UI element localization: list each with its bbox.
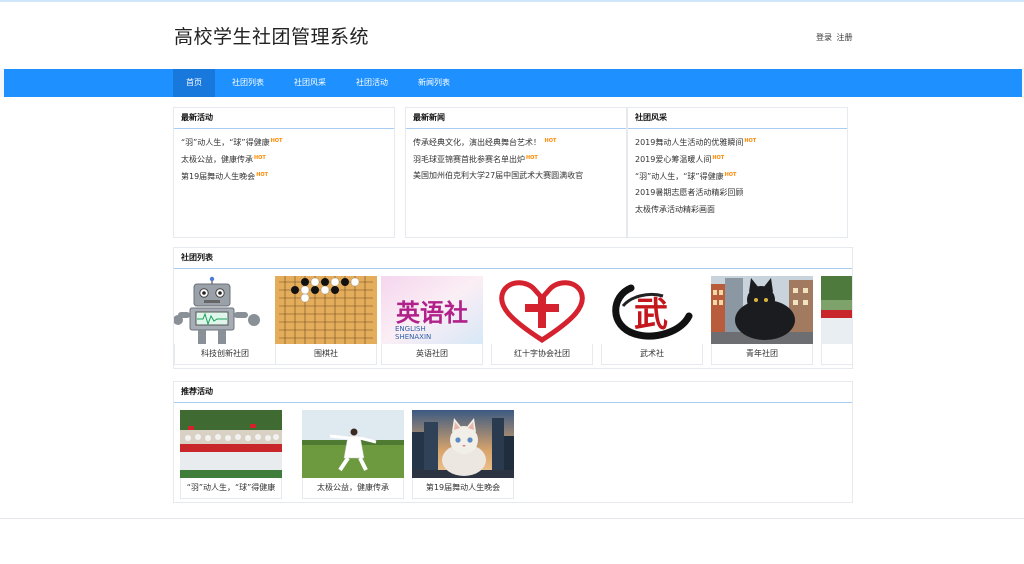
list-item[interactable]: 羽毛球亚锦赛首批参赛名单出炉HOT <box>413 150 626 167</box>
red-cross-heart-image <box>491 276 593 344</box>
latest-news-panel: 最新新闻 传承经典文化，演出经典舞台艺术！ HOT 羽毛球亚锦赛首批参赛名单出炉… <box>405 107 627 238</box>
club-name: 红十字协会社团 <box>491 344 593 365</box>
footer <box>0 519 1024 564</box>
list-item[interactable]: 传承经典文化，演出经典舞台艺术！ HOT <box>413 133 626 150</box>
list-item-text: “羽”动人生，“球”得健康 <box>635 172 724 181</box>
panel-title: 社团风采 <box>628 108 847 129</box>
list-item-text: 2019舞动人生活动的优雅瞬间 <box>635 138 744 147</box>
club-list-panel: 社团列表 科技创新社团 围棋社 英语社 ENGLISH SHENAXIN 英语社… <box>173 247 853 369</box>
list-item[interactable]: 太极公益，健康传承HOT <box>181 150 394 167</box>
club-name: 英语社团 <box>381 344 483 365</box>
club-style-list: 2019舞动人生活动的优雅瞬间HOT 2019爱心筹温暖人间HOT “羽”动人生… <box>628 129 847 218</box>
panel-title: 社团列表 <box>174 248 852 269</box>
hot-badge: HOT <box>526 155 538 161</box>
activity-name: “羽”动人生，“球”得健康 <box>180 478 282 499</box>
list-item[interactable]: 2019舞动人生活动的优雅瞬间HOT <box>635 133 847 150</box>
nav-item-news-list[interactable]: 新闻列表 <box>405 69 463 97</box>
club-name: 科技创新社团 <box>174 344 276 365</box>
main-navbar: 首页 社团列表 社团风采 社团活动 新闻列表 <box>4 69 1022 97</box>
club-card[interactable]: 围棋社 <box>275 276 377 366</box>
martial-arts-calligraphy-image: 武 <box>601 276 703 344</box>
club-card[interactable]: 武 武术社 <box>601 276 703 366</box>
activity-card[interactable]: 太极公益，健康传承 <box>302 410 404 500</box>
list-item-text: “羽”动人生，“球”得健康 <box>181 138 270 147</box>
list-item[interactable]: 太极传承活动精彩画面 <box>635 201 847 218</box>
black-cat-city-image <box>711 276 813 344</box>
nav-items: 首页 社团列表 社团风采 社团活动 新闻列表 <box>173 69 463 97</box>
club-card[interactable]: 英语社 ENGLISH SHENAXIN 英语社团 <box>381 276 483 366</box>
english-club-image-text-line2: SHENAXIN <box>395 333 431 341</box>
activity-card[interactable]: “羽”动人生，“球”得健康 <box>180 410 282 500</box>
group-photo-image <box>821 276 852 344</box>
panel-title: 最新活动 <box>174 108 394 129</box>
panel-title: 最新新闻 <box>406 108 626 129</box>
latest-activities-list: “羽”动人生，“球”得健康HOT 太极公益，健康传承HOT 第19届舞动人生晚会… <box>174 129 394 184</box>
club-name <box>821 344 852 365</box>
list-item-text: 第19届舞动人生晚会 <box>181 172 256 181</box>
activity-name: 第19届舞动人生晚会 <box>412 478 514 499</box>
list-item[interactable]: 2019爱心筹温暖人间HOT <box>635 150 847 167</box>
hot-badge: HOT <box>724 172 737 178</box>
list-item-text: 传承经典文化，演出经典舞台艺术！ <box>413 138 541 147</box>
panel-title: 推荐活动 <box>174 382 852 403</box>
list-item[interactable]: 2019暑期志愿者活动精彩回顾 <box>635 184 847 201</box>
site-title: 高校学生社团管理系统 <box>174 26 370 48</box>
hot-badge: HOT <box>256 172 269 178</box>
nav-item-club-list[interactable]: 社团列表 <box>219 69 277 97</box>
english-club-image-text: 英语社 <box>396 299 468 327</box>
club-card[interactable]: 青年社团 <box>711 276 813 366</box>
latest-news-list: 传承经典文化，演出经典舞台艺术！ HOT 羽毛球亚锦赛首批参赛名单出炉HOT 美… <box>406 129 626 184</box>
activity-name: 太极公益，健康传承 <box>302 478 404 499</box>
go-board-image <box>275 276 377 344</box>
nav-item-home[interactable]: 首页 <box>173 69 215 97</box>
hot-badge: HOT <box>744 138 757 144</box>
login-link[interactable]: 登录 <box>816 33 832 42</box>
list-item-text: 羽毛球亚锦赛首批参赛名单出炉 <box>413 155 525 164</box>
tai-chi-image <box>302 410 404 478</box>
club-name: 青年社团 <box>711 344 813 365</box>
robot-image <box>174 276 276 344</box>
list-item[interactable]: “羽”动人生，“球”得健康HOT <box>635 167 847 184</box>
list-item-text: 美国加州伯克利大学27届中国武术大赛圆满收官 <box>413 171 584 180</box>
english-club-image: 英语社 ENGLISH SHENAXIN <box>381 276 483 344</box>
martial-arts-image-text: 武 <box>634 295 668 335</box>
club-style-panel: 社团风采 2019舞动人生活动的优雅瞬间HOT 2019爱心筹温暖人间HOT “… <box>627 107 848 238</box>
register-link[interactable]: 注册 <box>837 33 853 42</box>
hot-badge: HOT <box>254 155 266 161</box>
auth-separator <box>833 33 836 42</box>
list-item[interactable]: 美国加州伯克利大学27届中国武术大赛圆满收官 <box>413 167 626 184</box>
club-card[interactable]: 科技创新社团 <box>174 276 276 366</box>
nav-item-club-activities[interactable]: 社团活动 <box>343 69 401 97</box>
nav-item-club-style[interactable]: 社团风采 <box>281 69 339 97</box>
auth-links: 登录 注册 <box>816 32 853 43</box>
club-card[interactable]: 红十字协会社团 <box>491 276 593 366</box>
hot-badge: HOT <box>544 138 557 144</box>
recommended-panel: 推荐活动 “羽”动人生，“球”得健康 太极公益，健康传承 第19届舞动人生晚会 <box>173 381 853 503</box>
list-item-text: 2019爱心筹温暖人间 <box>635 155 712 164</box>
club-name: 围棋社 <box>275 344 377 365</box>
hot-badge: HOT <box>270 138 283 144</box>
hot-badge: HOT <box>712 155 725 161</box>
club-card[interactable] <box>821 276 852 366</box>
activity-card[interactable]: 第19届舞动人生晚会 <box>412 410 514 500</box>
english-club-image-text-line1: ENGLISH <box>395 325 426 333</box>
list-item-text: 太极公益，健康传承 <box>181 155 253 164</box>
white-cat-city-image <box>412 410 514 478</box>
club-name: 武术社 <box>601 344 703 365</box>
list-item[interactable]: “羽”动人生，“球”得健康HOT <box>181 133 394 150</box>
list-item[interactable]: 第19届舞动人生晚会HOT <box>181 167 394 184</box>
main-content: 最新活动 “羽”动人生，“球”得健康HOT 太极公益，健康传承HOT 第19届舞… <box>0 97 1024 518</box>
latest-activities-panel: 最新活动 “羽”动人生，“球”得健康HOT 太极公益，健康传承HOT 第19届舞… <box>173 107 395 238</box>
group-photo-image <box>180 410 282 478</box>
club-carousel: 科技创新社团 围棋社 英语社 ENGLISH SHENAXIN 英语社团 红十字… <box>174 276 852 366</box>
site-header: 高校学生社团管理系统 登录 注册 <box>0 2 1024 69</box>
list-item-text: 2019暑期志愿者活动精彩回顾 <box>635 188 744 197</box>
list-item-text: 太极传承活动精彩画面 <box>635 205 715 214</box>
